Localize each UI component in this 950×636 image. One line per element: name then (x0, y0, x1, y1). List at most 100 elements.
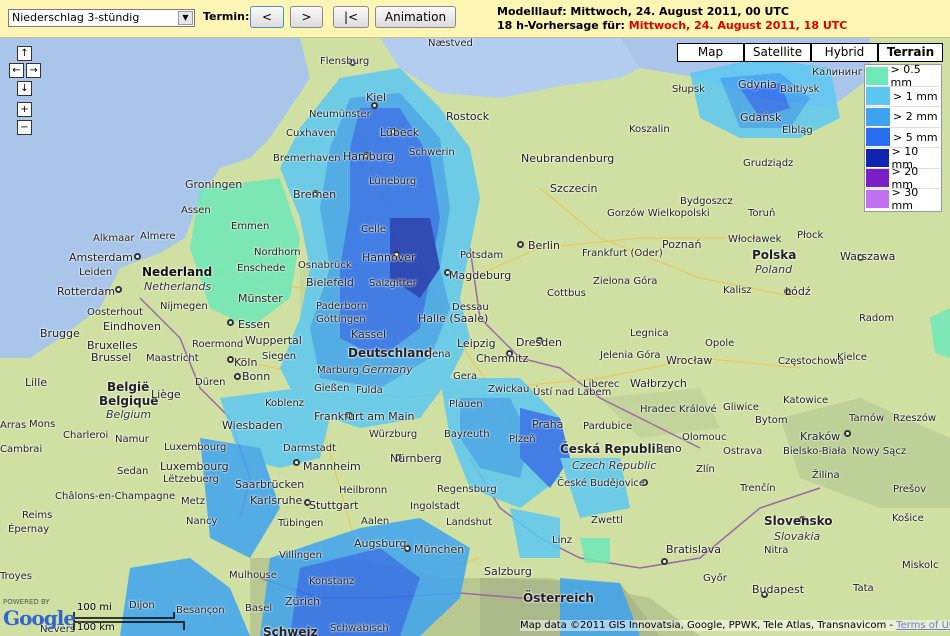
place-label: Ostrava (723, 446, 763, 457)
place-label: Neubrandenburg (521, 152, 615, 165)
legend-swatch (866, 169, 889, 188)
city-dot (661, 558, 668, 565)
place-label: Berlin (528, 239, 560, 252)
place-label: Basel (245, 603, 273, 614)
google-logo[interactable]: POWERED BY Google (3, 598, 76, 632)
place-label: Gdańsk (740, 111, 782, 124)
place-label: Polska (752, 248, 797, 262)
place-label: Zlín (696, 464, 715, 475)
place-label: Kassel (351, 328, 387, 341)
place-label: Pardubice (583, 421, 633, 432)
place-label: Metz (181, 496, 205, 507)
place-label: Osnabrück (298, 260, 352, 271)
termin-label: Termin: (203, 10, 250, 23)
animation-button[interactable]: Animation (375, 6, 456, 28)
pan-down-button[interactable]: ↓ (17, 81, 32, 96)
place-label: Enschede (237, 263, 286, 274)
place-label: Hradec Králové (640, 404, 717, 415)
map-type-map-button[interactable]: Map (677, 43, 744, 62)
place-label: Elbląg (782, 125, 813, 136)
map-type-hybrid-button[interactable]: Hybrid (811, 43, 878, 62)
model-run-text: Modelllauf: Mittwoch, 24. August 2011, 0… (497, 5, 789, 18)
place-label: Magdeburg (449, 269, 512, 282)
legend-label: > 5 mm (893, 130, 938, 144)
place-label: Alkmaar (93, 233, 135, 244)
place-label: Płock (797, 230, 824, 241)
place-label: Marburg (317, 365, 359, 376)
place-label: Regensburg (437, 484, 497, 495)
place-label: Stuttgart (309, 499, 359, 512)
place-label: Würzburg (369, 429, 418, 440)
pan-right-button[interactable]: → (26, 63, 41, 78)
place-label: Gliwice (723, 402, 759, 413)
map-type-terrain-button[interactable]: Terrain (878, 43, 943, 62)
place-label: Wiesbaden (222, 419, 283, 432)
place-label: Arras (0, 420, 27, 431)
previous-time-button[interactable]: < (250, 6, 284, 28)
place-label: Ingolstadt (410, 501, 461, 512)
place-label: Emmen (231, 221, 270, 232)
pan-left-button[interactable]: ← (9, 63, 24, 78)
forecast-time: Mittwoch, 24. August 2011, 18 UTC (628, 19, 848, 32)
place-label: België (107, 380, 150, 394)
zoom-in-button[interactable]: + (17, 102, 32, 117)
place-label: Bydgoszcz (680, 196, 733, 207)
place-label: Gera (453, 371, 478, 382)
place-label: Baltiysk (780, 84, 820, 95)
place-label: Tata (853, 583, 874, 594)
place-label: Brno (656, 442, 682, 455)
legend-row: > 30 mm (866, 186, 940, 212)
place-label: Groningen (185, 178, 243, 191)
place-label: Lille (25, 376, 48, 389)
place-label: Chemnitz (476, 352, 529, 365)
place-label: Katowice (783, 395, 829, 406)
place-label: München (414, 543, 465, 556)
place-label: Košice (892, 513, 924, 524)
pan-up-button[interactable]: ↑ (17, 46, 32, 61)
place-label: Brugge (40, 327, 80, 340)
legend-swatch (866, 128, 890, 147)
place-label: Konstanz (309, 576, 355, 587)
google-wordmark: Google (3, 606, 76, 630)
place-label: Bayreuth (444, 429, 490, 440)
attribution-text: Map data ©2011 GIS Innovatsia, Google, P… (520, 620, 897, 631)
first-time-button[interactable]: |< (333, 6, 369, 28)
place-label: Czech Republic (572, 459, 657, 472)
city-dot (227, 356, 234, 363)
place-label: Germany (362, 363, 413, 376)
next-time-button[interactable]: > (290, 6, 323, 28)
place-label: Liège (151, 388, 181, 401)
map-canvas[interactable]: Flensburg Næstved Kiel Neumünster Rostoc… (0, 38, 950, 636)
place-label: Rotterdam (57, 285, 116, 298)
map-type-satellite-button[interactable]: Satellite (744, 43, 811, 62)
toolbar: Niederschlag 3-stündig ▼ Termin: < > |< … (0, 0, 950, 38)
place-label: Slovakia (774, 530, 821, 543)
zoom-out-button[interactable]: − (17, 120, 32, 135)
legend-swatch (866, 87, 890, 106)
place-label: Opole (705, 338, 735, 349)
place-label: Netherlands (144, 280, 212, 293)
product-select[interactable]: Niederschlag 3-stündig ▼ (8, 9, 195, 27)
place-label: Eindhoven (103, 320, 161, 333)
city-dot (517, 241, 524, 248)
terms-of-use-link[interactable]: Terms of Use (896, 620, 950, 631)
place-label: Halle (Saale) (418, 312, 489, 325)
place-label: Nowy Sącz (852, 446, 907, 457)
place-label: Luxembourg (164, 442, 227, 453)
place-label: Ústí nad Labem (533, 387, 612, 398)
place-label: Fulda (356, 385, 383, 396)
place-label: Augsburg (354, 537, 407, 550)
place-label: Koblenz (265, 398, 305, 409)
place-label: Bremerhaven (273, 153, 341, 164)
place-label: Kraków (800, 430, 841, 443)
forecast-line: 18 h-Vorhersage für: Mittwoch, 24. Augus… (497, 19, 847, 32)
place-label: Luxembourg (160, 460, 229, 473)
place-label: Nürnberg (390, 452, 442, 465)
place-label: Cottbus (547, 288, 586, 299)
place-label: Tübingen (278, 518, 324, 529)
place-label: Göttingen (316, 314, 366, 325)
place-label: Jelenia Góra (600, 350, 661, 361)
chevron-down-icon[interactable]: ▼ (178, 11, 193, 25)
place-label: Bielefeld (306, 276, 354, 289)
legend-label: > 1 mm (893, 89, 938, 103)
